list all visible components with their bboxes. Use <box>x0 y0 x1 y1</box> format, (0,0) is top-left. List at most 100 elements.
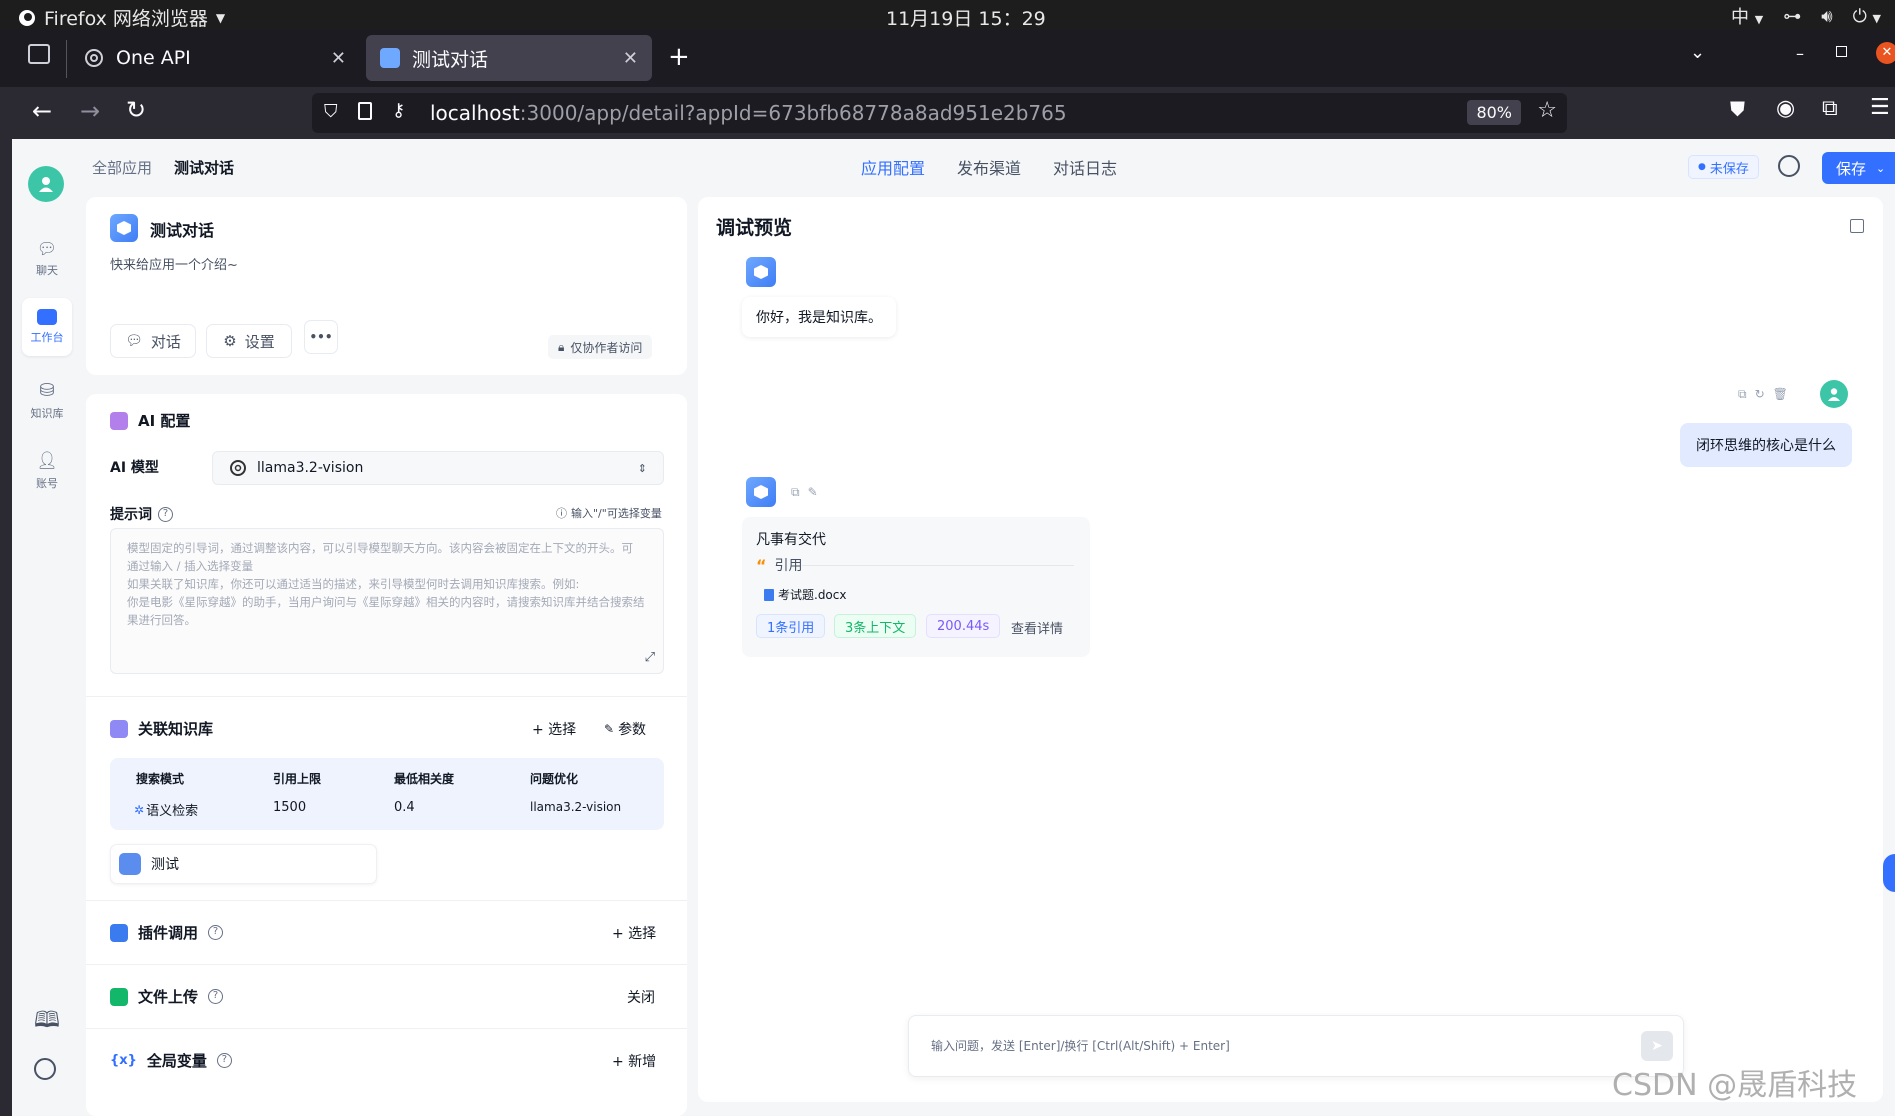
prompt-hint: ⓘ 输入"/"可选择变量 <box>556 507 662 520</box>
new-tab-button[interactable]: + <box>668 42 690 72</box>
sidebar-item-label: 聊天 <box>36 263 58 277</box>
url-text[interactable]: localhost:3000/app/detail?appId=673bfb68… <box>430 101 1067 125</box>
zoom-level[interactable]: 80% <box>1467 100 1521 125</box>
file-icon <box>764 588 774 601</box>
help-icon[interactable]: ? <box>216 1053 232 1068</box>
prompt-placeholder-line: 果进行回答。 <box>127 613 196 627</box>
close-icon[interactable]: ✕ <box>623 48 638 69</box>
sidebar-item-knowledge[interactable]: ⛁ 知识库 <box>22 371 72 429</box>
answer-bubble: 凡事有交代 “ 引用 考试题.docx 1条引用 3条上下文 200.44s 查… <box>742 517 1090 657</box>
save-button[interactable]: 保存 ⌄ <box>1822 152 1895 184</box>
delete-icon[interactable]: 🗑︎ <box>1773 387 1788 402</box>
quote-icon: “ <box>756 555 767 575</box>
database-icon: ⛁ <box>39 379 55 401</box>
browser-tab-test-chat[interactable]: 测试对话 ✕ <box>366 35 652 81</box>
reload-icon[interactable]: ↻ <box>126 96 146 124</box>
model-select[interactable]: llama3.2-vision ⇕ <box>212 451 664 485</box>
table-header: 问题优化 <box>530 772 579 786</box>
browser-tab-one-api[interactable]: One API ✕ <box>70 35 360 81</box>
help-icon[interactable]: ? <box>208 989 224 1004</box>
github-icon[interactable] <box>34 1058 56 1080</box>
sidebar-item-account[interactable]: 👤︎ 账号 <box>22 442 72 500</box>
send-icon[interactable]: ➤ <box>1641 1031 1673 1061</box>
browser-tab-bar: One API ✕ 测试对话 ✕ + ⌄ – ✕ <box>0 30 1895 87</box>
chat-icon: 💬︎ <box>125 333 143 349</box>
access-badge[interactable]: 🔒︎ 仅协作者访问 <box>548 335 653 359</box>
copy-icon[interactable]: ⧉ <box>1738 387 1747 402</box>
quote-file[interactable]: 考试题.docx <box>764 586 846 603</box>
power-icon[interactable]: ⏻ ▼ <box>1853 6 1881 27</box>
copy-icon[interactable]: ⧉ <box>791 485 800 500</box>
file-upload-toggle[interactable]: 关闭 <box>627 987 655 1007</box>
table-header: 引用上限 <box>273 772 322 786</box>
pocket-icon[interactable]: ⛊ <box>1730 97 1745 121</box>
star-icon[interactable]: ☆ <box>1537 98 1557 123</box>
forward-icon[interactable]: → <box>80 97 100 125</box>
divider <box>86 1028 687 1029</box>
avatar[interactable] <box>28 166 64 202</box>
dataset-item[interactable]: 测试 <box>110 844 377 884</box>
expand-icon[interactable]: ⤢ <box>645 649 655 667</box>
minimize-icon[interactable]: – <box>1796 44 1804 63</box>
retry-icon[interactable]: ↻ <box>1755 387 1765 402</box>
plugins-title: 插件调用 ? <box>110 922 224 943</box>
prompt-textarea[interactable]: 模型固定的引导词，通过调整该内容，可以引导模型聊天方向。该内容会被固定在上下文的… <box>110 528 664 674</box>
sidebar-item-workbench[interactable]: 工作台 <box>22 298 72 356</box>
account-icon[interactable]: ◉ <box>1776 96 1795 121</box>
network-icon[interactable]: ⊶ <box>1783 6 1801 27</box>
extensions-icon[interactable]: ⧉ <box>1822 96 1838 121</box>
kb-params-button[interactable]: ✎ 参数 <box>604 719 646 739</box>
clear-icon[interactable] <box>1850 219 1864 233</box>
global-vars-add-button[interactable]: + 新增 <box>612 1051 656 1071</box>
answer-text: 凡事有交代 <box>756 532 826 548</box>
view-details-link[interactable]: 查看详情 <box>1011 618 1063 637</box>
os-app-menu[interactable]: Firefox 网络浏览器 ▼ <box>18 4 225 31</box>
book-icon[interactable]: 🕮 <box>34 1003 60 1041</box>
firefox-icon <box>19 9 35 26</box>
divider <box>86 696 687 697</box>
edit-icon[interactable]: ✎ <box>808 485 818 500</box>
breadcrumb-all-apps[interactable]: 全部应用 <box>92 157 152 178</box>
shield-icon[interactable]: ⛉ <box>324 101 338 122</box>
kb-title: 关联知识库 <box>110 718 213 739</box>
citation-chip[interactable]: 1条引用 <box>756 614 826 638</box>
prompt-placeholder-line: 如果关联了知识库，你还可以通过适当的描述，来引导模型何时去调用知识库搜索。例如: <box>127 577 580 591</box>
tab-overflow-icon[interactable]: ⌄ <box>1690 42 1705 63</box>
gear-icon: ⚙ <box>223 332 237 350</box>
back-icon[interactable]: ← <box>32 97 52 125</box>
app-avatar <box>110 214 138 242</box>
menu-icon[interactable]: ☰ <box>1870 95 1890 120</box>
tab-app-config[interactable]: 应用配置 <box>861 155 925 179</box>
history-icon[interactable] <box>1778 155 1800 177</box>
os-top-bar: Firefox 网络浏览器 ▼ 11月19日 15：29 中 ▼ ⊶ 🔊︎ ⏻ … <box>0 0 1895 30</box>
help-icon[interactable]: ? <box>158 506 173 522</box>
tab-publish[interactable]: 发布渠道 <box>957 155 1021 179</box>
help-icon[interactable]: ? <box>208 925 224 940</box>
key-icon[interactable]: ⚷ <box>392 100 405 121</box>
floating-help-button[interactable] <box>1883 854 1895 892</box>
duration-chip[interactable]: 200.44s <box>926 614 1001 638</box>
context-chip[interactable]: 3条上下文 <box>834 614 917 638</box>
database-icon <box>110 719 128 738</box>
window-close-icon[interactable]: ✕ <box>1876 42 1895 64</box>
os-clock[interactable]: 11月19日 15：29 <box>886 4 1046 31</box>
url-bar[interactable]: ⛉ ⚷ localhost:3000/app/detail?appId=673b… <box>312 93 1567 133</box>
user-avatar <box>1820 380 1848 408</box>
chat-button[interactable]: 💬︎ 对话 <box>110 324 196 358</box>
sidebar-item-label: 工作台 <box>30 331 64 344</box>
kb-select-button[interactable]: + 选择 <box>532 719 576 739</box>
sidebar-item-chat[interactable]: 💬︎ 聊天 <box>22 229 72 287</box>
volume-icon[interactable]: 🔊︎ <box>1821 6 1832 27</box>
tab-list-icon[interactable] <box>28 44 50 64</box>
plugins-select-button[interactable]: + 选择 <box>612 923 656 943</box>
sort-arrows-icon: ⇕ <box>637 461 647 475</box>
close-icon[interactable]: ✕ <box>331 48 346 69</box>
chat-input[interactable]: 输入问题，发送 [Enter]/换行 [Ctrl(Alt/Shift) + En… <box>908 1015 1684 1077</box>
page-icon[interactable] <box>358 102 372 120</box>
tab-logs[interactable]: 对话日志 <box>1053 155 1117 179</box>
more-button[interactable]: ••• <box>304 320 338 354</box>
settings-button[interactable]: ⚙ 设置 <box>206 324 292 358</box>
input-method[interactable]: 中 ▼ <box>1731 3 1763 29</box>
restore-icon[interactable] <box>1836 46 1847 57</box>
breadcrumb-current: 测试对话 <box>174 159 235 177</box>
